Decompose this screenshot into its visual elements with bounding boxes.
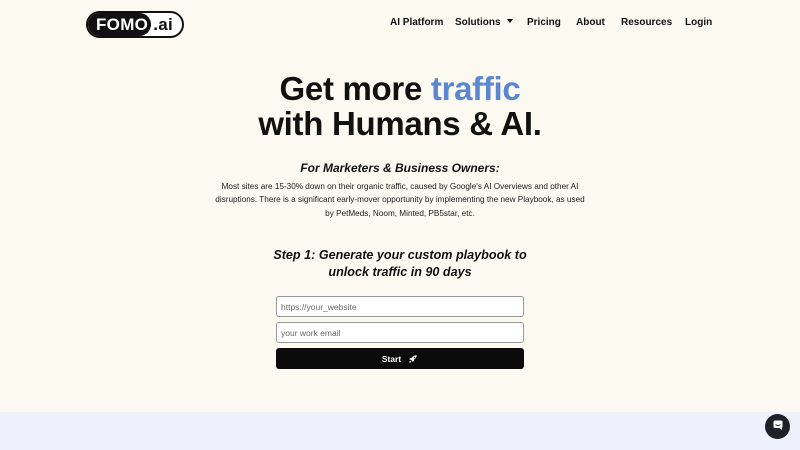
chat-icon bbox=[772, 418, 784, 436]
hero-body: Most sites are 15-30% down on their orga… bbox=[215, 182, 585, 218]
headline-accent: traffic bbox=[430, 70, 521, 107]
nav-solutions-label: Solutions bbox=[455, 17, 501, 28]
start-label: Start bbox=[381, 353, 402, 364]
nav-resources[interactable]: Resources bbox=[621, 17, 672, 28]
hero-headline: Get more traffic with Humans & AI. bbox=[0, 71, 800, 141]
step-title-line1: Step 1: Generate your custom playbook to bbox=[273, 248, 527, 262]
headline-part1: Get more bbox=[279, 70, 431, 107]
top-nav: AI Platform Solutions Pricing About Reso… bbox=[0, 17, 800, 31]
headline-line2: with Humans & AI. bbox=[258, 105, 542, 142]
step-title-line2: unlock traffic in 90 days bbox=[328, 265, 472, 279]
step-title: Step 1: Generate your custom playbook to… bbox=[0, 247, 800, 281]
nav-solutions[interactable]: Solutions bbox=[455, 17, 513, 28]
nav-login[interactable]: Login bbox=[685, 17, 712, 28]
website-input[interactable] bbox=[276, 296, 524, 317]
start-button[interactable]: Start bbox=[276, 348, 524, 369]
email-input[interactable] bbox=[276, 322, 524, 343]
nav-ai-platform[interactable]: AI Platform bbox=[390, 17, 443, 28]
nav-pricing[interactable]: Pricing bbox=[527, 17, 561, 28]
hero-subhead: For Marketers & Business Owners: bbox=[300, 161, 500, 175]
chat-launcher[interactable] bbox=[765, 414, 790, 439]
rocket-icon bbox=[408, 354, 418, 364]
nav-about[interactable]: About bbox=[576, 17, 605, 28]
chevron-down-icon bbox=[506, 19, 513, 23]
next-section-band bbox=[0, 412, 800, 450]
